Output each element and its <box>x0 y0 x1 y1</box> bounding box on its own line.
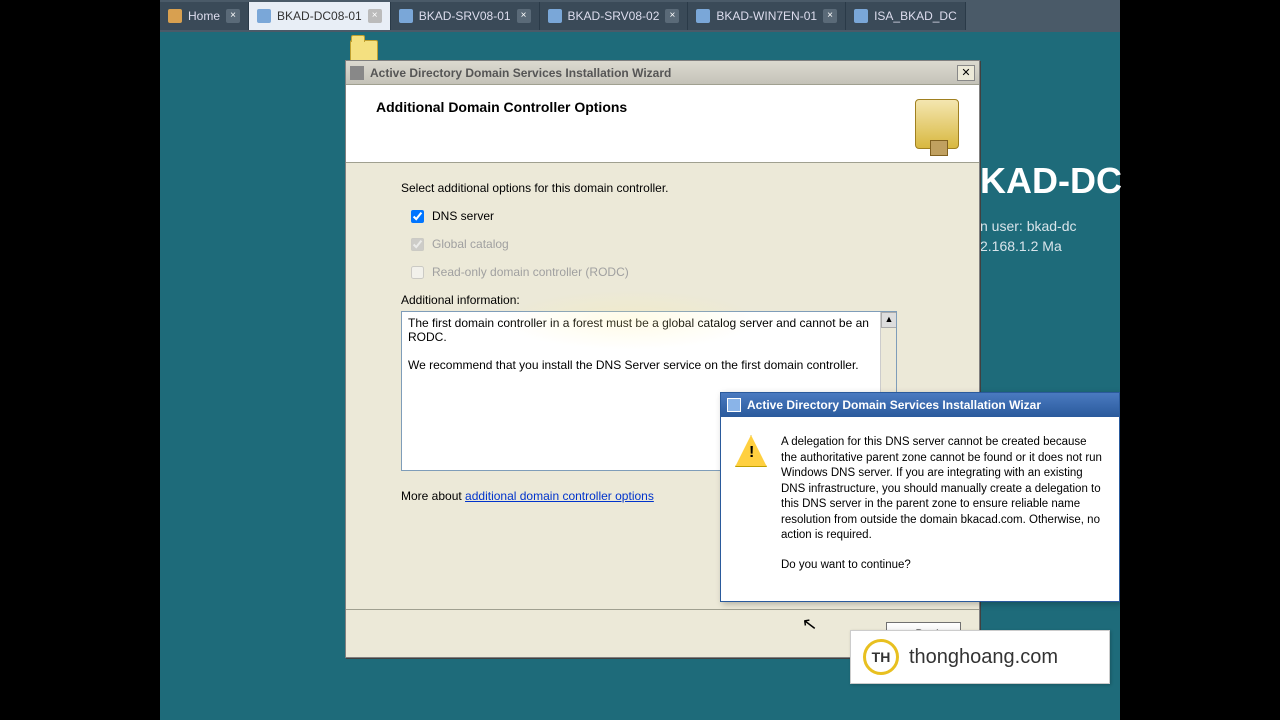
popup-question: Do you want to continue? <box>781 558 1105 574</box>
popup-title: Active Directory Domain Services Install… <box>747 398 1041 412</box>
tab-isa[interactable]: ISA_BKAD_DC <box>846 2 966 30</box>
gc-label: Global catalog <box>432 237 509 251</box>
rodc-label: Read-only domain controller (RODC) <box>432 265 629 279</box>
info-para-2: We recommend that you install the DNS Se… <box>408 358 890 372</box>
window-title: Active Directory Domain Services Install… <box>370 66 957 80</box>
wizard-prompt: Select additional options for this domai… <box>401 181 924 195</box>
tab-srv08-02[interactable]: BKAD-SRV08-02 × <box>540 2 689 30</box>
tab-win7en[interactable]: BKAD-WIN7EN-01 × <box>688 2 846 30</box>
tab-dc08[interactable]: BKAD-DC08-01 × <box>249 2 391 30</box>
folder-icon[interactable] <box>350 40 378 62</box>
rodc-checkbox <box>411 266 424 279</box>
close-icon[interactable]: × <box>517 9 531 23</box>
option-gc: Global catalog <box>411 237 924 251</box>
wizard-header: Additional Domain Controller Options <box>346 85 979 163</box>
app-icon <box>350 66 364 80</box>
brand-text: thonghoang.com <box>909 646 1058 669</box>
vm-icon <box>696 9 710 23</box>
tab-label: Home <box>188 9 220 23</box>
info-para-1: The first domain controller in a forest … <box>408 316 890 344</box>
gc-checkbox <box>411 238 424 251</box>
close-button[interactable]: ✕ <box>957 65 975 81</box>
popup-body: A delegation for this DNS server cannot … <box>781 435 1105 544</box>
tab-home[interactable]: Home × <box>160 2 249 30</box>
brand-logo: TH <box>863 639 899 675</box>
close-icon[interactable]: × <box>226 9 240 23</box>
scroll-up-icon[interactable]: ▲ <box>881 312 897 328</box>
brand-overlay: TH thonghoang.com <box>850 630 1110 684</box>
popup-titlebar[interactable]: Active Directory Domain Services Install… <box>721 393 1119 417</box>
tab-label: BKAD-SRV08-01 <box>419 9 511 23</box>
close-icon[interactable]: × <box>665 9 679 23</box>
desktop-ip: 2.168.1.2 Ma <box>980 238 1062 254</box>
tab-srv08-01[interactable]: BKAD-SRV08-01 × <box>391 2 540 30</box>
dns-label: DNS server <box>432 209 494 223</box>
tab-label: BKAD-DC08-01 <box>277 9 362 23</box>
warning-icon: ! <box>735 435 767 467</box>
more-link[interactable]: additional domain controller options <box>465 489 654 503</box>
book-icon <box>915 99 959 149</box>
dns-checkbox[interactable] <box>411 210 424 223</box>
close-icon[interactable]: × <box>823 9 837 23</box>
additional-info-label: Additional information: <box>401 293 924 307</box>
tab-label: BKAD-WIN7EN-01 <box>716 9 817 23</box>
wizard-titlebar[interactable]: Active Directory Domain Services Install… <box>346 61 979 85</box>
page-heading: Additional Domain Controller Options <box>376 99 627 115</box>
vm-icon <box>257 9 271 23</box>
tab-label: ISA_BKAD_DC <box>874 9 957 23</box>
vm-icon <box>548 9 562 23</box>
vm-icon <box>399 9 413 23</box>
dns-delegation-popup: Active Directory Domain Services Install… <box>720 392 1120 602</box>
tab-label: BKAD-SRV08-02 <box>568 9 660 23</box>
app-icon <box>727 398 741 412</box>
browser-tabstrip: Home × BKAD-DC08-01 × BKAD-SRV08-01 × BKAD-… <box>160 0 1120 32</box>
close-icon[interactable]: × <box>368 9 382 23</box>
home-icon <box>168 9 182 23</box>
desktop-hostname: KAD-DC <box>980 160 1122 202</box>
desktop-user: n user: bkad-dc <box>980 218 1077 234</box>
option-rodc: Read-only domain controller (RODC) <box>411 265 924 279</box>
mouse-cursor-icon: ↖ <box>801 613 819 636</box>
vm-icon <box>854 9 868 23</box>
option-dns[interactable]: DNS server <box>411 209 924 223</box>
